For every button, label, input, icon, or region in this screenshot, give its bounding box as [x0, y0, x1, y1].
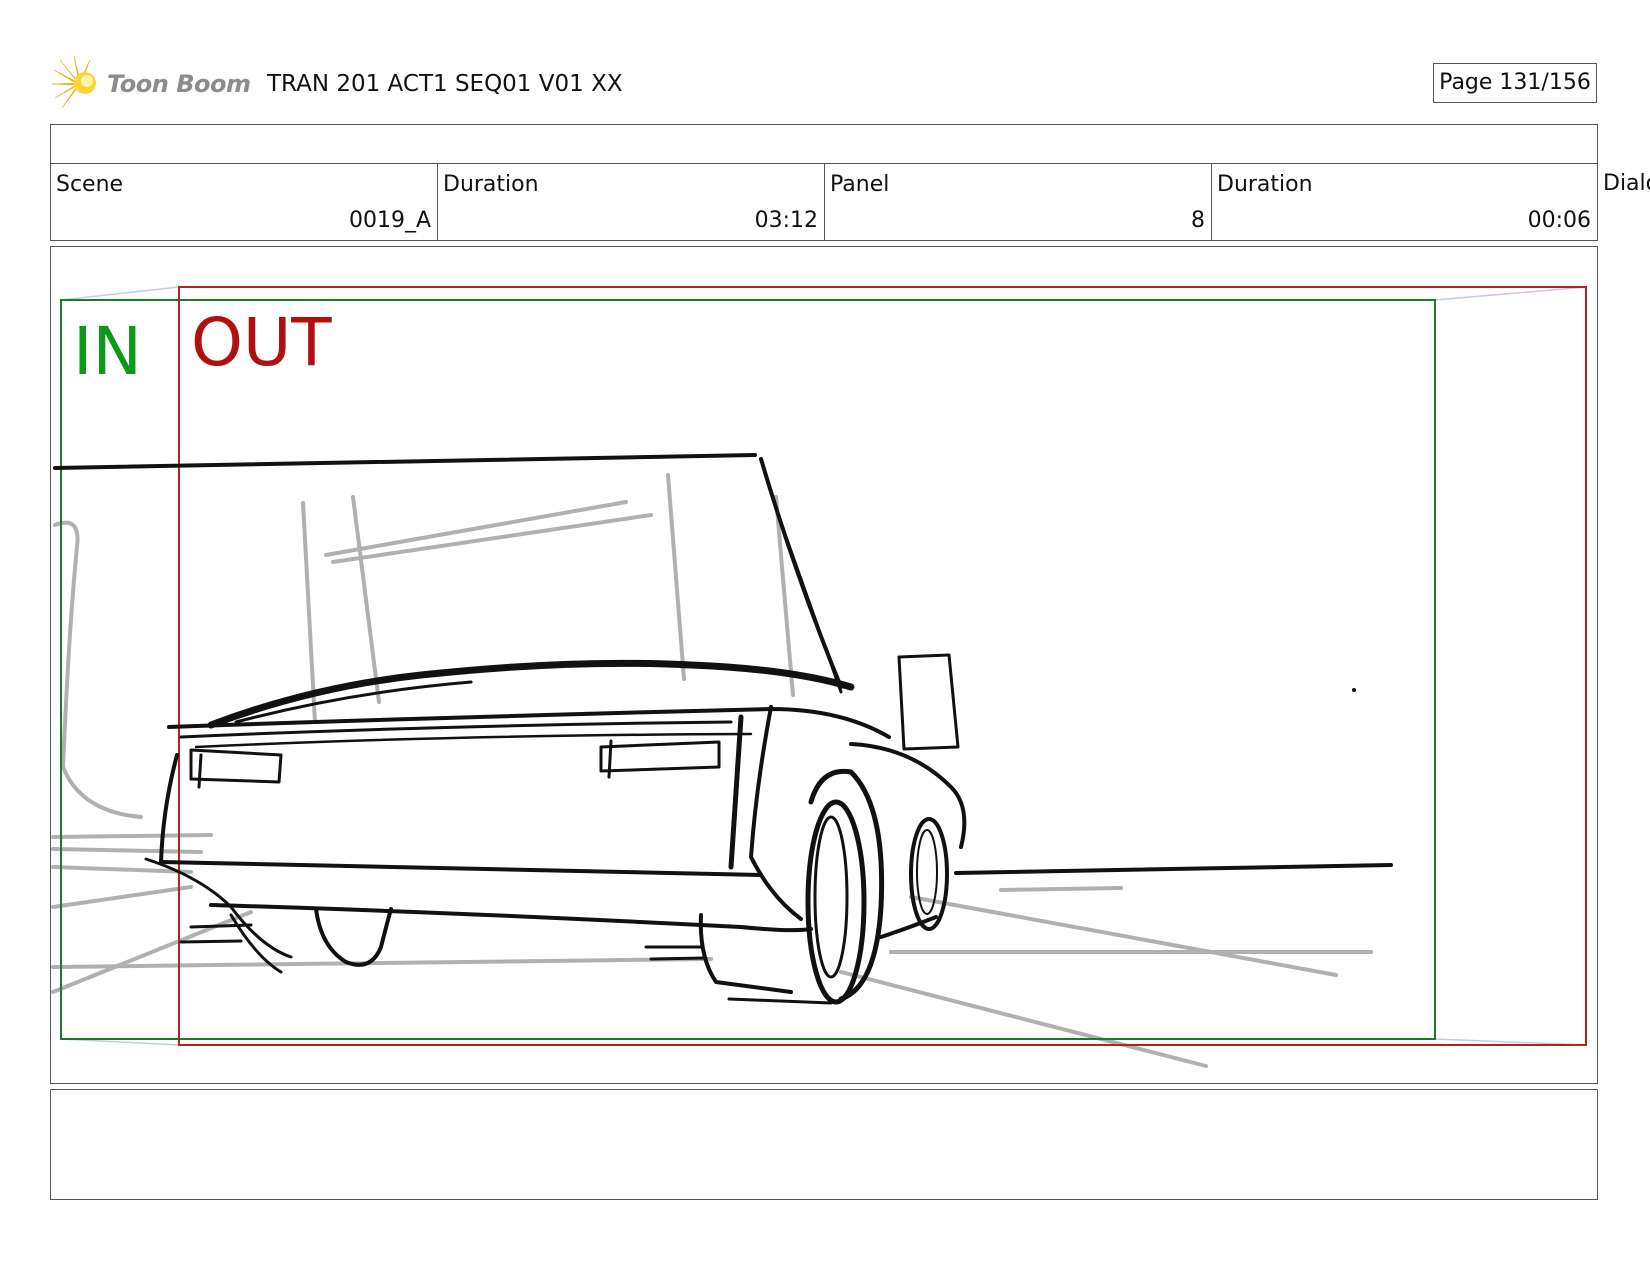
- panel-duration-label: Duration: [1217, 172, 1313, 197]
- logo-wordmark: Toon Boom: [107, 70, 251, 98]
- sequence-strip: [50, 124, 1598, 164]
- scene-duration-label: Duration: [443, 172, 539, 197]
- dialog-label: Dialog: [1603, 171, 1650, 196]
- panel-cell: Panel 8: [824, 163, 1212, 241]
- car-sketch: [53, 453, 1393, 1005]
- panel-value: 8: [1191, 208, 1205, 233]
- toon-boom-logo: Toon Boom: [52, 56, 252, 110]
- camera-out-frame: [178, 286, 1587, 1046]
- panel-duration-cell: Duration 00:06: [1211, 163, 1598, 241]
- scene-cell: Scene 0019_A: [50, 163, 438, 241]
- panel-info-row: Scene 0019_A Duration 03:12 Panel 8 Dura…: [50, 163, 1598, 241]
- storyboard-panel: IN OUT: [50, 246, 1598, 1084]
- panel-label: Panel: [830, 172, 890, 197]
- scene-value: 0019_A: [348, 208, 431, 233]
- page-indicator: Page 131/156: [1433, 63, 1597, 103]
- scene-duration-value: 03:12: [754, 208, 818, 233]
- panel-duration-value: 00:06: [1527, 208, 1591, 233]
- scene-label: Scene: [56, 172, 124, 197]
- starburst-icon: [52, 56, 96, 109]
- out-label: OUT: [191, 304, 332, 381]
- camera-guide-lines: [60, 286, 1587, 1046]
- panel-sketch: IN OUT: [51, 286, 1587, 1068]
- notes-box: [50, 1089, 1598, 1200]
- document-title: TRAN 201 ACT1 SEQ01 V01 XX: [267, 71, 623, 97]
- scene-duration-cell: Duration 03:12: [437, 163, 825, 241]
- in-label: IN: [73, 313, 142, 390]
